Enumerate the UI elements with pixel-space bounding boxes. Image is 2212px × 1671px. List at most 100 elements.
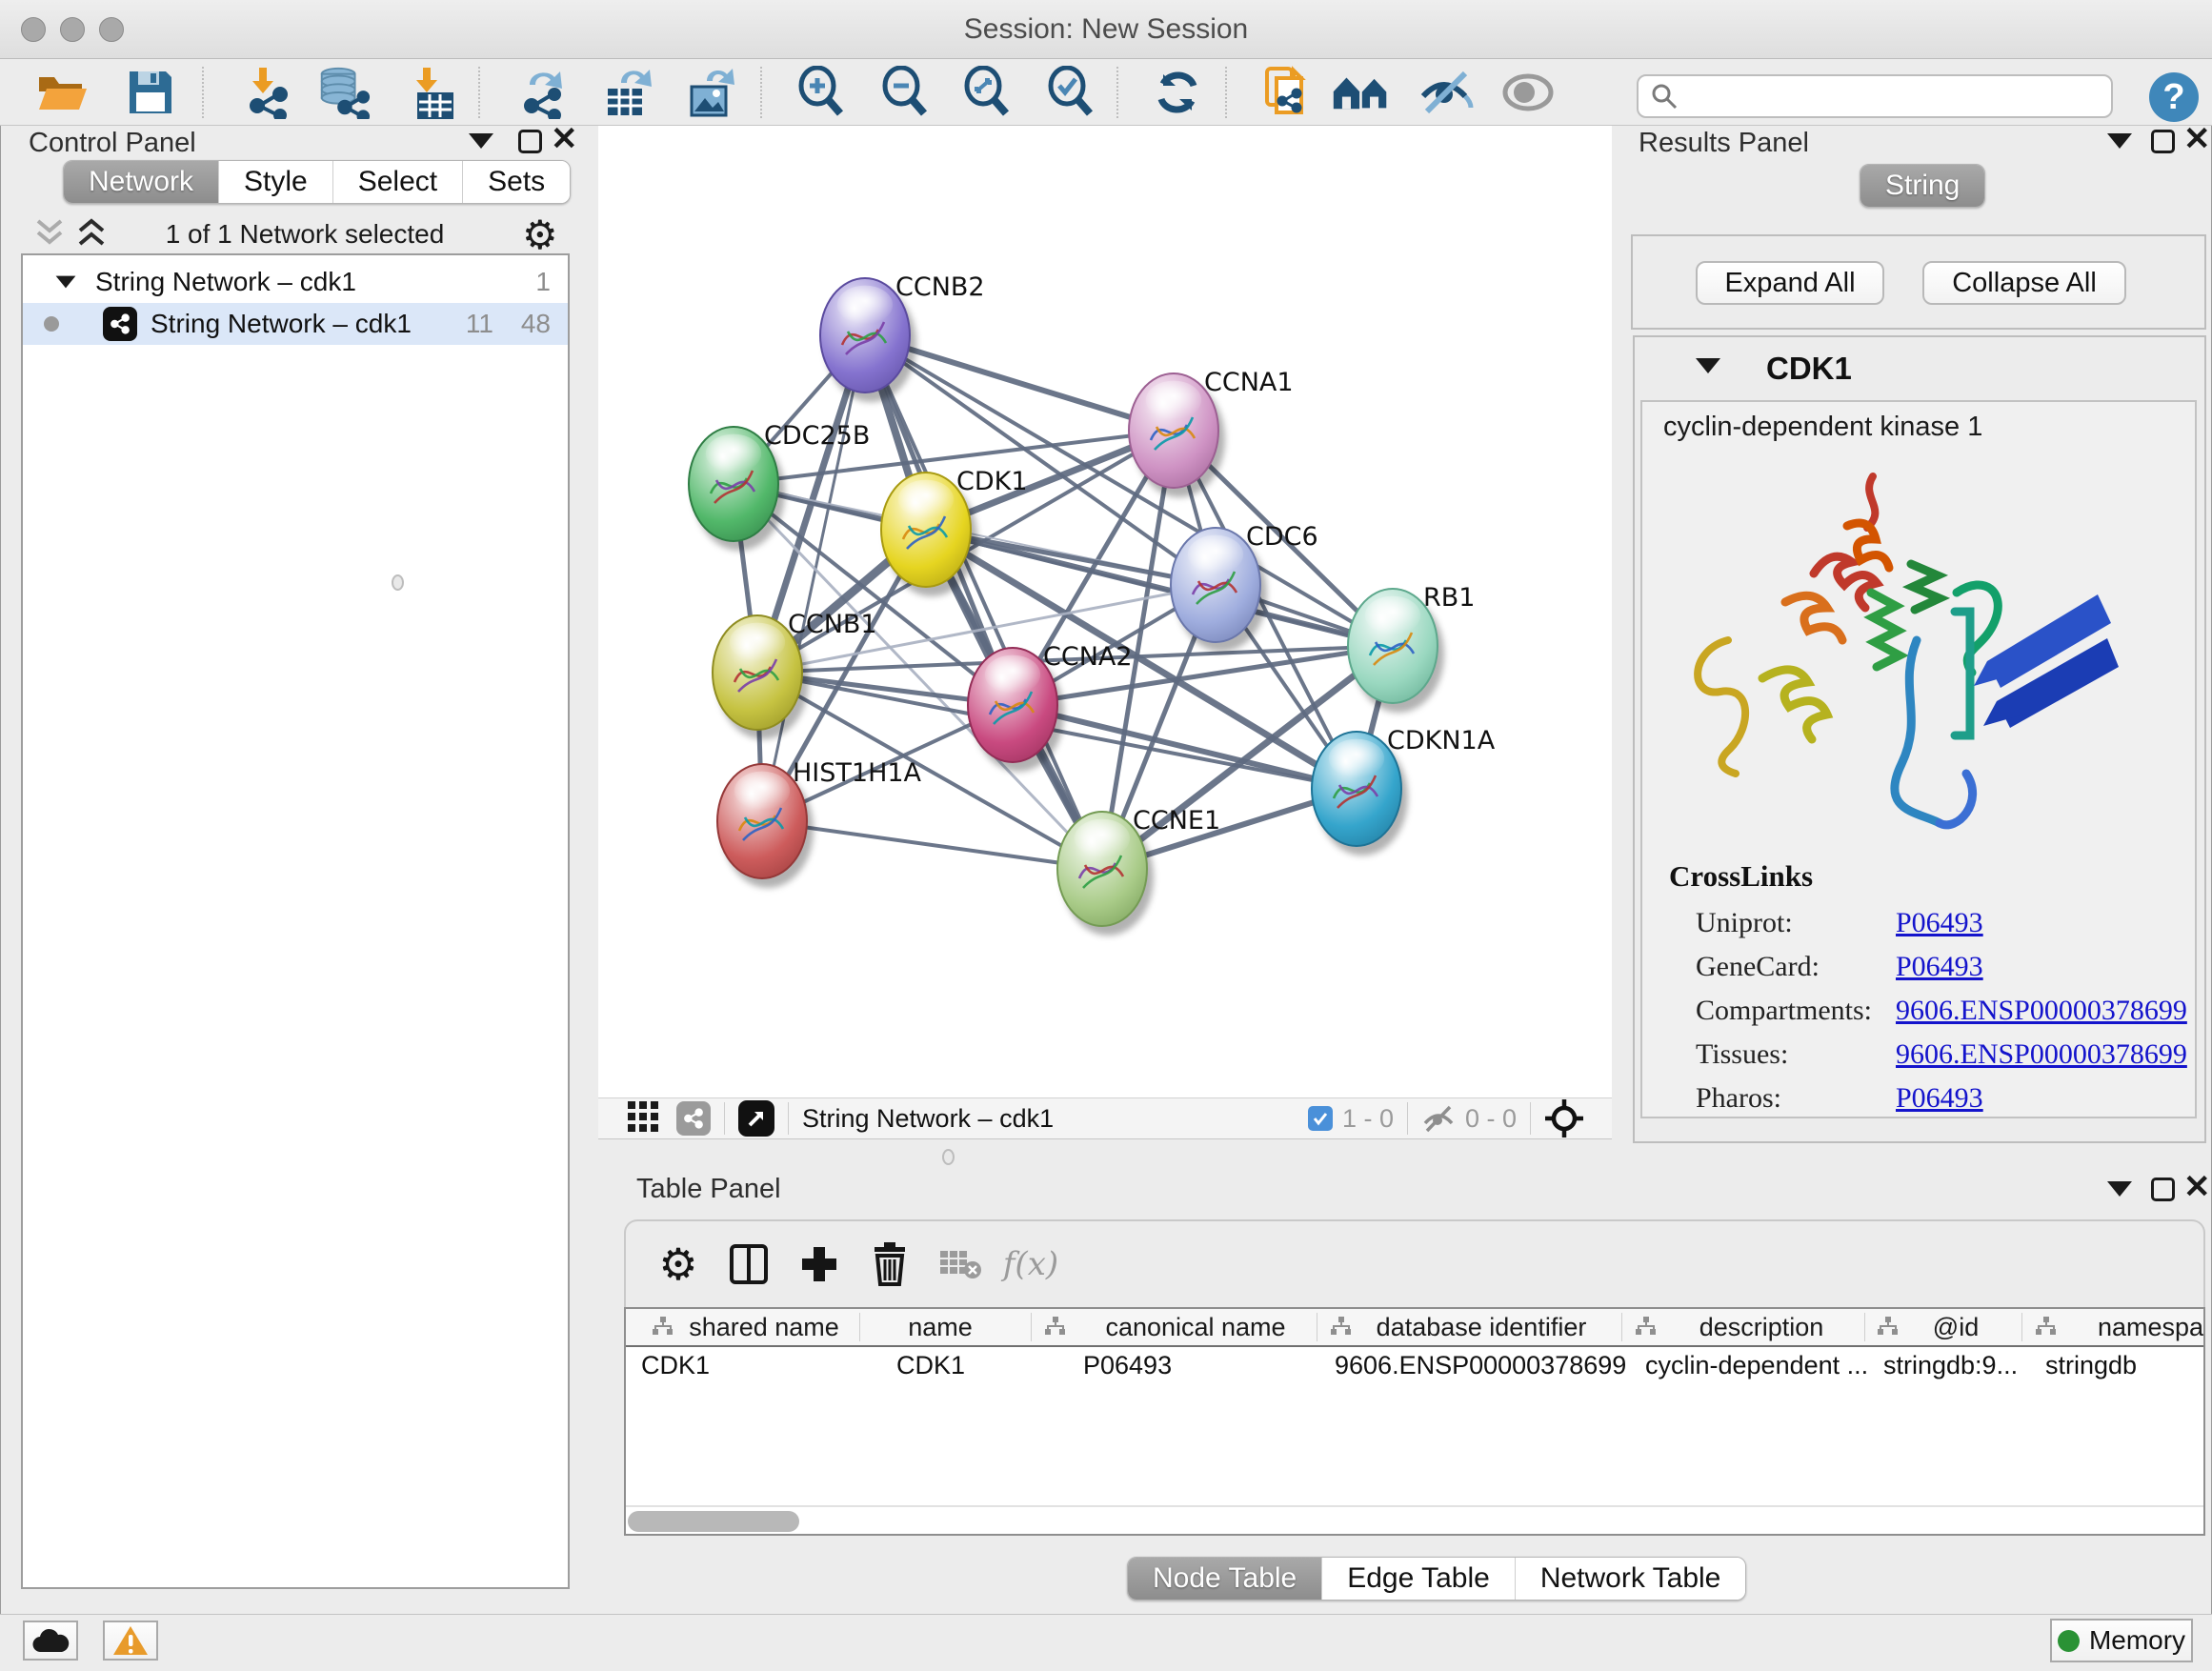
crosslink-link[interactable]: 9606.ENSP00000378699 xyxy=(1896,1038,2187,1071)
show-columns-button[interactable] xyxy=(714,1234,784,1295)
tab-network-table[interactable]: Network Table xyxy=(1516,1558,1746,1600)
table-cell[interactable]: CDK1 xyxy=(896,1351,965,1380)
toolbar-search[interactable] xyxy=(1637,74,2113,118)
export-image-button[interactable] xyxy=(682,65,739,120)
table-panel-float-button[interactable] xyxy=(2151,1178,2175,1201)
table-cell[interactable]: CDK1 xyxy=(641,1351,710,1380)
memory-button[interactable]: Memory xyxy=(2050,1619,2193,1662)
tab-string[interactable]: String xyxy=(1860,165,1984,207)
column-divider[interactable] xyxy=(1864,1313,1865,1341)
network-edge-CCNB2-CCNE1[interactable] xyxy=(865,335,1102,869)
open-session-button[interactable] xyxy=(34,65,91,120)
table-settings-gear-icon[interactable]: ⚙ xyxy=(643,1234,714,1295)
collapse-all-networks-button[interactable] xyxy=(32,217,67,254)
grid-view-button[interactable] xyxy=(627,1100,659,1137)
network-edge-CCNB2-HIST1H1A[interactable] xyxy=(762,335,865,821)
network-status-dot-icon xyxy=(44,316,59,332)
tree-column-icon xyxy=(1878,1317,1899,1340)
search-input[interactable] xyxy=(1679,81,2088,112)
clone-network-button[interactable] xyxy=(1256,65,1313,120)
tab-sets[interactable]: Sets xyxy=(463,161,570,203)
network-graph: CCNB2CCNA1CDC25BCDK1CDC6RB1CCNB1CCNA2CDK… xyxy=(598,126,1612,1097)
help-button[interactable]: ? xyxy=(2149,72,2199,122)
table-panel-close-button[interactable]: ✕ xyxy=(2183,1176,2211,1199)
table-row[interactable]: CDK1 CDK1 P06493 9606.ENSP00000378699 cyclin… xyxy=(626,1351,2203,1389)
add-column-button[interactable] xyxy=(784,1234,855,1295)
tree-caret-icon[interactable] xyxy=(56,276,76,289)
string-network-icon xyxy=(103,307,137,341)
network-canvas[interactable]: CCNB2CCNA1CDC25BCDK1CDC6RB1CCNB1CCNA2CDK… xyxy=(598,126,1612,1097)
tree-column-icon xyxy=(2036,1317,2057,1340)
splitter-handle[interactable] xyxy=(942,1149,955,1165)
column-header-shared-name[interactable]: shared name xyxy=(689,1313,839,1342)
column-header-@id[interactable]: @id xyxy=(1933,1313,1979,1342)
column-header-description[interactable]: description xyxy=(1699,1313,1824,1342)
results-panel-close-button[interactable]: ✕ xyxy=(2183,128,2211,151)
crosslink-link[interactable]: P06493 xyxy=(1896,1082,1983,1115)
delete-table-button[interactable] xyxy=(925,1234,995,1295)
table-cell[interactable]: cyclin-dependent ... xyxy=(1645,1351,1868,1380)
fit-content-crosshair-icon[interactable] xyxy=(1544,1098,1584,1138)
table-cell[interactable]: 9606.ENSP00000378699 xyxy=(1335,1351,1626,1380)
column-divider[interactable] xyxy=(1031,1313,1032,1341)
crosslink-label: Pharos: xyxy=(1696,1082,1896,1115)
control-panel-collapse-icon[interactable] xyxy=(469,133,493,149)
tab-node-table[interactable]: Node Table xyxy=(1128,1558,1322,1600)
table-cell[interactable]: stringdb:9... xyxy=(1883,1351,2018,1380)
crosslink-link[interactable]: 9606.ENSP00000378699 xyxy=(1896,995,2187,1027)
column-header-namespace[interactable]: namespace xyxy=(2098,1313,2205,1342)
column-header-name[interactable]: name xyxy=(908,1313,973,1342)
hide-selected-button[interactable] xyxy=(1418,65,1475,120)
network-collection-row[interactable]: String Network – cdk1 1 xyxy=(23,261,568,303)
column-divider[interactable] xyxy=(1621,1313,1622,1341)
delete-column-button[interactable] xyxy=(855,1234,925,1295)
zoom-in-button[interactable] xyxy=(793,65,850,120)
export-network-button[interactable] xyxy=(514,65,572,120)
crosslink-link[interactable]: P06493 xyxy=(1896,907,1983,939)
results-panel-float-button[interactable] xyxy=(2151,130,2175,153)
import-network-database-button[interactable] xyxy=(314,65,372,120)
column-divider[interactable] xyxy=(859,1313,860,1341)
zoom-selected-button[interactable] xyxy=(1042,65,1099,120)
save-session-button[interactable] xyxy=(122,65,179,120)
refresh-button[interactable] xyxy=(1149,65,1206,120)
control-panel-close-button[interactable]: ✕ xyxy=(551,128,578,151)
expand-all-button[interactable]: Expand All xyxy=(1696,261,1884,305)
table-cell[interactable]: stringdb xyxy=(2045,1351,2137,1380)
table-cell[interactable]: P06493 xyxy=(1083,1351,1172,1380)
toolbar-separator xyxy=(760,67,762,118)
crosslink-link[interactable]: P06493 xyxy=(1896,951,1983,983)
show-all-button[interactable] xyxy=(1499,65,1557,120)
cloud-status-button[interactable] xyxy=(23,1621,78,1661)
selected-checkbox-icon[interactable] xyxy=(1308,1106,1333,1131)
import-table-file-button[interactable] xyxy=(402,65,459,120)
hidden-eye-slash-icon[interactable] xyxy=(1421,1104,1456,1133)
column-divider[interactable] xyxy=(2021,1313,2022,1341)
zoom-out-button[interactable] xyxy=(876,65,934,120)
gene-section-caret-icon[interactable] xyxy=(1696,358,1720,373)
zoom-fit-button[interactable] xyxy=(958,65,1016,120)
home-view-button[interactable] xyxy=(1332,65,1389,120)
collapse-all-button[interactable]: Collapse All xyxy=(1922,261,2126,305)
tab-select[interactable]: Select xyxy=(333,161,463,203)
export-table-button[interactable] xyxy=(598,65,655,120)
column-header-database-identifier[interactable]: database identifier xyxy=(1377,1313,1587,1342)
function-builder-button[interactable]: f(x) xyxy=(995,1234,1066,1295)
import-network-file-button[interactable] xyxy=(236,65,293,120)
column-header-canonical-name[interactable]: canonical name xyxy=(1105,1313,1285,1342)
open-in-window-button[interactable] xyxy=(738,1100,774,1137)
warnings-button[interactable] xyxy=(103,1621,158,1661)
network-row-label: String Network – cdk1 xyxy=(151,309,412,339)
network-options-gear-icon[interactable]: ⚙ xyxy=(522,211,558,258)
tab-style[interactable]: Style xyxy=(219,161,333,203)
expand-all-networks-button[interactable] xyxy=(74,217,109,254)
network-share-button[interactable] xyxy=(676,1101,711,1136)
tab-edge-table[interactable]: Edge Table xyxy=(1322,1558,1516,1600)
splitter-handle[interactable] xyxy=(392,574,404,591)
table-panel-collapse-icon[interactable] xyxy=(2107,1181,2132,1197)
network-row-selected[interactable]: String Network – cdk1 11 48 xyxy=(23,303,568,345)
tab-network[interactable]: Network xyxy=(64,161,219,203)
control-panel-float-button[interactable] xyxy=(518,130,542,153)
results-panel-collapse-icon[interactable] xyxy=(2107,133,2132,149)
horizontal-scrollbar-thumb[interactable] xyxy=(628,1511,799,1532)
